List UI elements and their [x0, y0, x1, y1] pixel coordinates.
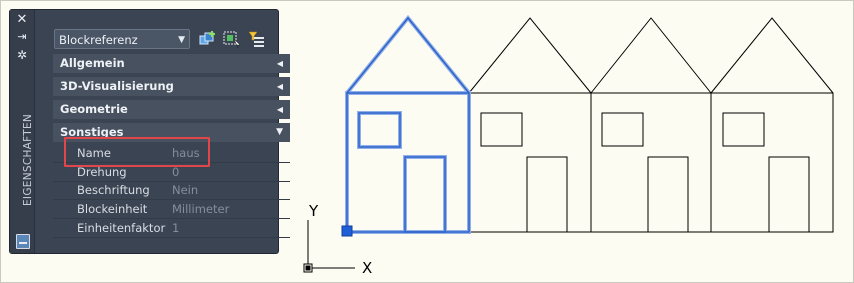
close-icon[interactable]: ✕	[14, 13, 30, 27]
property-row-block-unit[interactable]: Blockeinheit Millimeter	[53, 200, 290, 219]
object-type-dropdown[interactable]: Blockreferenz ▼	[54, 29, 190, 49]
object-type-value: Blockreferenz	[59, 33, 138, 47]
category-general[interactable]: Allgemein ◀	[53, 54, 290, 73]
category-geometry[interactable]: Geometrie ◀	[53, 100, 290, 119]
collapse-arrow-icon: ◀	[276, 82, 283, 91]
ucs-x-label: X	[362, 259, 372, 277]
property-value[interactable]: Nein	[172, 181, 198, 200]
name-highlight-box	[64, 137, 210, 167]
chevron-down-icon: ▼	[178, 35, 185, 45]
collapse-arrow-icon: ◀	[276, 105, 283, 114]
property-row-unit-factor[interactable]: Einheitenfaktor 1	[53, 219, 290, 238]
category-geometry-label: Geometrie	[60, 102, 128, 116]
insertion-grip[interactable]	[341, 225, 353, 237]
palette-title-strip: ✕ ⇥ ✲ EIGENSCHAFTEN	[10, 10, 35, 253]
expand-arrow-icon: ▼	[276, 127, 283, 137]
property-key: Blockeinheit	[77, 202, 148, 216]
pin-icon[interactable]: ⇥	[14, 30, 30, 44]
property-row-annotative[interactable]: Beschriftung Nein	[53, 181, 290, 200]
row-divider	[53, 237, 290, 238]
house-block-3[interactable]	[590, 17, 712, 233]
select-objects-icon[interactable]	[222, 30, 242, 48]
category-3d-visualization[interactable]: 3D-Visualisierung ◀	[53, 77, 290, 96]
ucs-y-label: Y	[308, 202, 319, 220]
property-value[interactable]: 1	[172, 219, 179, 238]
house-block-selected[interactable]	[345, 14, 471, 234]
palette-title: EIGENSCHAFTEN	[22, 113, 34, 206]
properties-palette: ✕ ⇥ ✲ EIGENSCHAFTEN Blockreferenz ▼ Allg…	[9, 9, 290, 254]
property-value[interactable]: Millimeter	[172, 200, 229, 219]
house-block-4[interactable]	[710, 17, 834, 233]
category-3d-label: 3D-Visualisierung	[60, 79, 174, 93]
toggle-pickadd-icon[interactable]	[198, 30, 218, 48]
property-key: Beschriftung	[77, 183, 150, 197]
settings-icon[interactable]: ✲	[14, 48, 30, 62]
collapse-arrow-icon: ◀	[276, 59, 283, 68]
house-block-2[interactable]	[468, 17, 592, 233]
quick-select-icon[interactable]	[246, 30, 266, 48]
property-key: Einheitenfaktor	[77, 221, 166, 235]
category-general-label: Allgemein	[60, 56, 125, 70]
properties-icon[interactable]	[16, 234, 30, 249]
